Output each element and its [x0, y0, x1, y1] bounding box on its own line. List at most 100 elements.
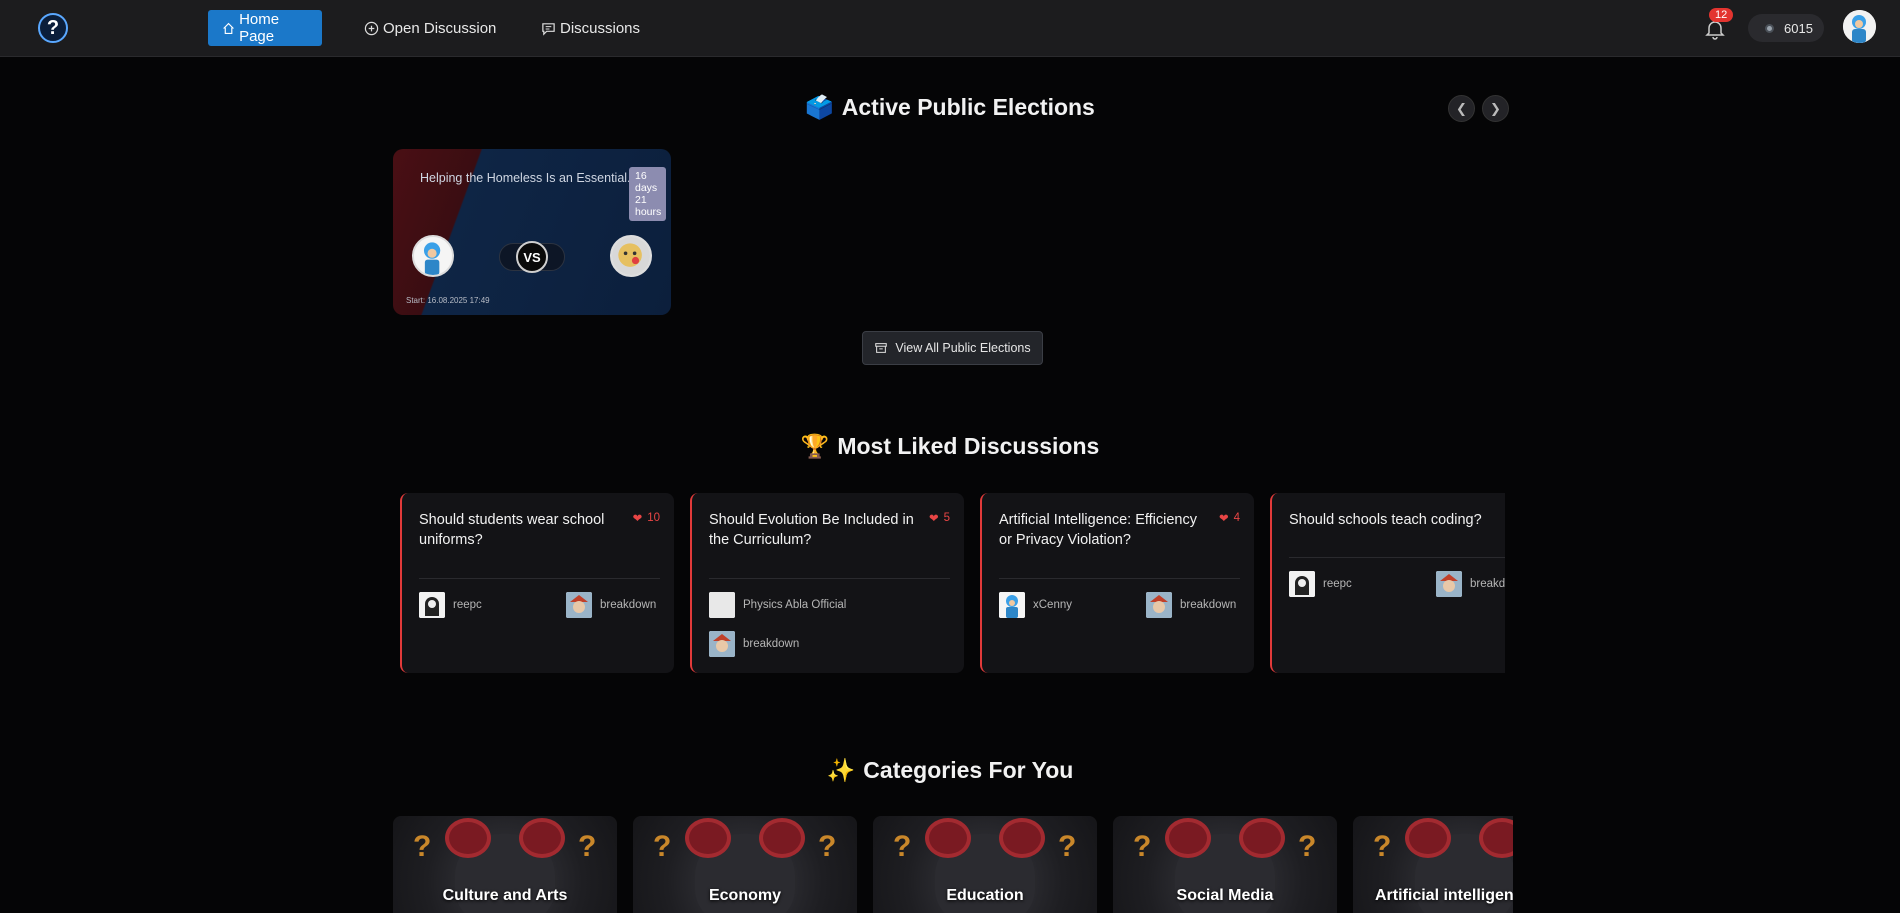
- discussion-card[interactable]: Should Evolution Be Included in the Curr…: [690, 493, 964, 673]
- user-avatar-image: [709, 592, 735, 618]
- user-chip[interactable]: breakdown: [709, 631, 799, 657]
- category-card[interactable]: ? ? Education: [873, 816, 1097, 913]
- election-start-date: Start: 16.08.2025 17:49: [406, 296, 490, 305]
- user-chip[interactable]: breakdown: [566, 592, 656, 618]
- user-chip[interactable]: reepc: [1289, 571, 1352, 597]
- categories-carousel: ? ? Culture and Arts ? ? Economy ? ? Edu…: [393, 816, 1513, 913]
- nav-open-discussion-button[interactable]: Open Discussion: [350, 10, 510, 46]
- category-label: Culture and Arts: [442, 887, 568, 904]
- likes-count[interactable]: ❤ 4: [1219, 511, 1240, 525]
- liked-title-text: Most Liked Discussions: [837, 433, 1100, 459]
- user-name: breakdown: [743, 638, 800, 650]
- categories-title-text: Categories For You: [863, 757, 1074, 783]
- category-image-ear: [999, 818, 1045, 858]
- user-name: breakdown: [1470, 578, 1505, 590]
- user-chip[interactable]: reepc: [419, 592, 482, 618]
- question-mark-icon: ?: [818, 830, 837, 863]
- likes-value: 10: [647, 512, 660, 524]
- elections-title-text: Active Public Elections: [841, 94, 1095, 120]
- discussion-title: Should Evolution Be Included in the Curr…: [709, 512, 914, 548]
- user-name: reepc: [1323, 578, 1352, 590]
- top-navbar: ? Home Page Open Discussion Discussions …: [0, 0, 1900, 57]
- site-logo-icon[interactable]: ?: [38, 13, 68, 43]
- candidate-left-avatar[interactable]: [412, 235, 454, 277]
- category-card[interactable]: ? ? Social Media: [1113, 816, 1337, 913]
- view-all-elections-button[interactable]: View All Public Elections: [862, 331, 1043, 365]
- category-image-ear: [759, 818, 805, 858]
- user-name: xCenny: [1033, 599, 1072, 611]
- category-card[interactable]: ? ? Artificial intelligence: [1353, 816, 1513, 913]
- category-label: Artificial intelligence: [1375, 887, 1513, 904]
- coin-balance[interactable]: 6015: [1748, 14, 1824, 42]
- category-card[interactable]: ? ? Culture and Arts: [393, 816, 617, 913]
- election-title: Helping the Homeless Is an Essential...: [420, 171, 638, 185]
- category-label: Economy: [708, 887, 781, 904]
- user-avatar-image: [419, 592, 445, 618]
- nav-discussions-button[interactable]: Discussions: [527, 10, 654, 46]
- user-name: breakdown: [600, 599, 657, 611]
- category-image-ear: [1405, 818, 1451, 858]
- heart-icon: ❤: [1218, 513, 1229, 525]
- likes-value: 5: [943, 512, 950, 524]
- user-chip[interactable]: breakdown: [1436, 571, 1505, 597]
- sparkles-icon: ✨: [826, 757, 856, 783]
- liked-discussions-carousel: Should students wear school uniforms? ❤ 1…: [400, 493, 1505, 674]
- divider: [419, 578, 660, 579]
- election-time-remaining: 16 days 21 hours: [629, 167, 666, 221]
- heart-icon: ❤: [632, 513, 643, 525]
- nav-open-discussion-label: Open Discussion: [383, 19, 497, 37]
- coin-amount: 6015: [1784, 20, 1813, 36]
- user-chip[interactable]: breakdown: [1146, 592, 1236, 618]
- question-mark-icon: ?: [1298, 830, 1317, 863]
- user-avatar-image: [566, 592, 592, 618]
- heart-icon: ❤: [928, 513, 939, 525]
- user-avatar-image: [709, 631, 735, 657]
- user-chip[interactable]: xCenny: [999, 592, 1072, 618]
- question-mark-icon: ?: [1373, 830, 1392, 863]
- chat-icon: [542, 22, 555, 36]
- category-image-ear: [685, 818, 731, 858]
- ballot-box-icon: 🗳️: [805, 94, 834, 120]
- category-image-ear: [1165, 818, 1211, 858]
- time-days-value: 16: [635, 170, 647, 182]
- coin-icon: [1765, 23, 1774, 33]
- user-chip[interactable]: Physics Abla Official: [709, 592, 846, 618]
- divider: [999, 578, 1240, 579]
- notification-badge: 12: [1709, 8, 1734, 22]
- likes-value: 4: [1233, 512, 1240, 524]
- time-hours-value: 21: [635, 194, 647, 206]
- carousel-next-button[interactable]: ❯: [1482, 95, 1509, 122]
- discussion-title: Should schools teach coding?: [1289, 512, 1482, 528]
- carousel-prev-button[interactable]: ❮: [1448, 95, 1475, 122]
- discussion-card[interactable]: Artificial Intelligence: Efficiency or P…: [980, 493, 1254, 673]
- category-label: Education: [946, 887, 1024, 904]
- trophy-icon: 🏆: [800, 433, 830, 459]
- user-avatar-image: [1146, 592, 1172, 618]
- user-avatar[interactable]: [1843, 10, 1876, 43]
- category-image-ear: [925, 818, 971, 858]
- question-mark-icon: ?: [1058, 830, 1077, 863]
- election-card[interactable]: Helping the Homeless Is an Essential... …: [393, 149, 671, 315]
- user-avatar-image: [999, 592, 1025, 618]
- archive-icon: [875, 343, 888, 353]
- chevron-left-icon: ❮: [1456, 100, 1467, 116]
- nav-home-button[interactable]: Home Page: [208, 10, 322, 46]
- user-avatar-image: [1436, 571, 1462, 597]
- likes-count[interactable]: ❤ 5: [929, 511, 950, 525]
- discussion-card[interactable]: Should schools teach coding? reepc break…: [1270, 493, 1505, 673]
- view-all-elections-label: View All Public Elections: [895, 341, 1031, 355]
- categories-section-title: ✨ Categories For You: [0, 757, 1900, 784]
- user-name: breakdown: [1180, 599, 1237, 611]
- likes-count[interactable]: ❤ 10: [633, 511, 660, 525]
- question-mark-icon: ?: [653, 830, 672, 863]
- category-label: Social Media: [1176, 887, 1274, 904]
- candidate-right-avatar[interactable]: [610, 235, 652, 277]
- category-card[interactable]: ? ? Economy: [633, 816, 857, 913]
- user-avatar-image: [1289, 571, 1315, 597]
- question-mark-icon: ?: [893, 830, 912, 863]
- question-mark-icon: ?: [578, 830, 597, 863]
- discussion-card[interactable]: Should students wear school uniforms? ❤ 1…: [400, 493, 674, 673]
- liked-section-title: 🏆 Most Liked Discussions: [0, 433, 1900, 460]
- user-name: reepc: [453, 599, 482, 611]
- home-icon: [223, 22, 234, 34]
